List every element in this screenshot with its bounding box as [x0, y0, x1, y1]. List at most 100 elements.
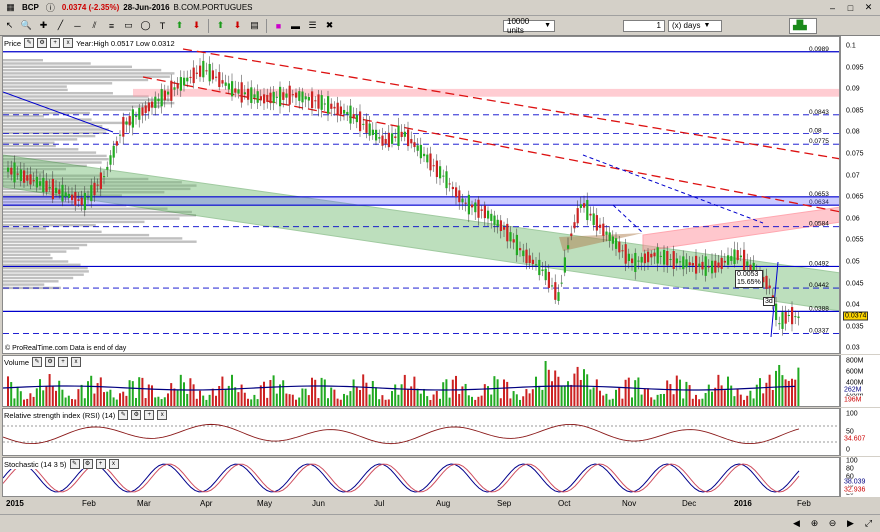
stochastic-panel[interactable]: Stochastic (14 3 5) ✎ ⚙ + x — [2, 457, 840, 497]
exchange-name: B.COM.PORTUGUES — [173, 3, 253, 12]
price-chart[interactable]: 0.09890.08430.080.07750.06530.06340.0584… — [3, 37, 840, 354]
horizontal-line-icon[interactable]: ─ — [70, 18, 85, 33]
volume-bar — [669, 384, 672, 406]
minimize-icon[interactable]: – — [825, 0, 840, 15]
candle — [192, 67, 195, 84]
ellipse-icon[interactable]: ◯ — [138, 18, 153, 33]
channel-icon[interactable]: ⫽ — [87, 18, 102, 33]
zoom-out-icon[interactable]: ⊖ — [825, 516, 840, 531]
price-tick: 0.055 — [846, 236, 864, 244]
volume-profile-bar — [3, 62, 91, 65]
volume-bar — [653, 399, 656, 406]
add-icon[interactable]: + — [144, 410, 155, 420]
volume-bar — [743, 399, 745, 406]
candle — [67, 193, 70, 199]
wrench-icon[interactable]: ⚙ — [37, 38, 48, 48]
chart-type-button[interactable]: ▟▙ — [789, 17, 817, 34]
close-icon[interactable]: x — [108, 459, 119, 469]
candle — [791, 307, 794, 325]
sell-icon[interactable]: ⬇ — [230, 18, 245, 33]
arrow-up-green-icon[interactable]: ⬆ — [172, 18, 187, 33]
settings-icon[interactable]: ✎ — [69, 459, 80, 469]
volume-profile-bar — [3, 134, 96, 138]
close-icon[interactable]: x — [157, 410, 168, 420]
level-label: 0.0989 — [809, 46, 829, 53]
candle — [64, 192, 67, 197]
add-icon[interactable]: + — [58, 357, 69, 367]
order-icon[interactable]: ▤ — [247, 18, 262, 33]
year-high-low: Year:High 0.0517 Low 0.0312 — [76, 38, 175, 48]
units-select[interactable]: 10000 units ▼ — [503, 17, 555, 35]
candle — [631, 258, 634, 264]
buy-icon[interactable]: ⬆ — [213, 18, 228, 33]
candle — [499, 220, 502, 232]
level-label: 0.0337 — [809, 327, 829, 334]
candle — [717, 262, 720, 268]
volume-bar — [112, 397, 115, 406]
candle — [458, 190, 461, 203]
scroll-right-icon[interactable]: ▶ — [843, 516, 858, 531]
scroll-left-icon[interactable]: ◀ — [789, 516, 804, 531]
close-icon[interactable]: x — [63, 38, 74, 48]
settings-icon[interactable]: ✎ — [24, 38, 35, 48]
price-change: 0.0374 (-2.35%) — [61, 3, 120, 12]
delete-icon[interactable]: ✖ — [322, 18, 337, 33]
candle — [122, 117, 125, 137]
wrench-icon[interactable]: ⚙ — [82, 459, 93, 469]
rsi-panel-header: Relative strength index (RSI) (14) ✎ ⚙ +… — [4, 410, 168, 420]
fibonacci-icon[interactable]: ≡ — [104, 18, 119, 33]
volume-bar — [471, 396, 473, 406]
add-icon[interactable]: + — [95, 459, 106, 469]
close-icon[interactable]: x — [71, 357, 82, 367]
add-icon[interactable]: + — [50, 38, 61, 48]
volume-bar — [663, 393, 665, 406]
info-icon[interactable]: ⓘ — [43, 0, 58, 15]
settings-icon[interactable]: ✎ — [32, 357, 43, 367]
zoom-in-icon[interactable]: ⊕ — [807, 516, 822, 531]
volume-bar — [451, 379, 454, 406]
candle — [727, 255, 730, 265]
arrow-down-red-icon[interactable]: ⬇ — [189, 18, 204, 33]
cursor-cross-icon[interactable]: ✚ — [36, 18, 51, 33]
price-tick: 0.075 — [846, 150, 864, 158]
wrench-icon[interactable]: ⚙ — [131, 410, 142, 420]
volume-bar — [707, 384, 710, 406]
rsi-panel[interactable]: Relative strength index (RSI) (14) ✎ ⚙ +… — [2, 408, 840, 456]
volume-bar — [368, 394, 371, 406]
period-input[interactable]: 1 — [623, 19, 665, 32]
wrench-icon[interactable]: ⚙ — [45, 357, 56, 367]
candle — [48, 186, 51, 189]
volume-bar — [685, 381, 688, 406]
fit-icon[interactable]: ⤢ — [861, 516, 876, 531]
volume-panel[interactable]: Volume ✎ ⚙ + x — [2, 355, 840, 407]
volume-bar — [205, 399, 208, 406]
color-palette-icon[interactable]: ■ — [271, 18, 286, 33]
volume-bar — [647, 388, 649, 406]
zoom-icon[interactable]: 🔍 — [19, 18, 34, 33]
volume-profile-bar — [3, 144, 56, 148]
close-icon[interactable]: ✕ — [861, 0, 876, 15]
volume-profile-bar — [3, 115, 44, 118]
candle — [311, 91, 314, 109]
trendline-icon[interactable]: ╱ — [53, 18, 68, 33]
pointer-icon[interactable]: ↖ — [2, 18, 17, 33]
candle — [496, 219, 499, 227]
volume-bar — [343, 393, 345, 406]
volume-panel-title: Volume — [4, 357, 30, 367]
rectangle-icon[interactable]: ▭ — [121, 18, 136, 33]
volume-bar — [7, 376, 9, 406]
settings-icon[interactable]: ✎ — [118, 410, 129, 420]
candle — [23, 170, 26, 183]
text-icon[interactable]: T — [155, 18, 170, 33]
candle — [519, 248, 522, 251]
period-unit-select[interactable]: (x) days ▼ — [668, 19, 722, 32]
line-style-icon[interactable]: ▬ — [288, 18, 303, 33]
volume-bar — [83, 398, 86, 406]
line-width-icon[interactable]: ☰ — [305, 18, 320, 33]
price-panel[interactable]: Price ✎ ⚙ + x Year:High 0.0517 Low 0.031… — [2, 36, 840, 354]
maximize-icon[interactable]: □ — [843, 0, 858, 15]
candle — [115, 141, 118, 146]
candle — [154, 96, 157, 108]
candle — [634, 252, 637, 273]
volume-bar — [791, 378, 793, 406]
